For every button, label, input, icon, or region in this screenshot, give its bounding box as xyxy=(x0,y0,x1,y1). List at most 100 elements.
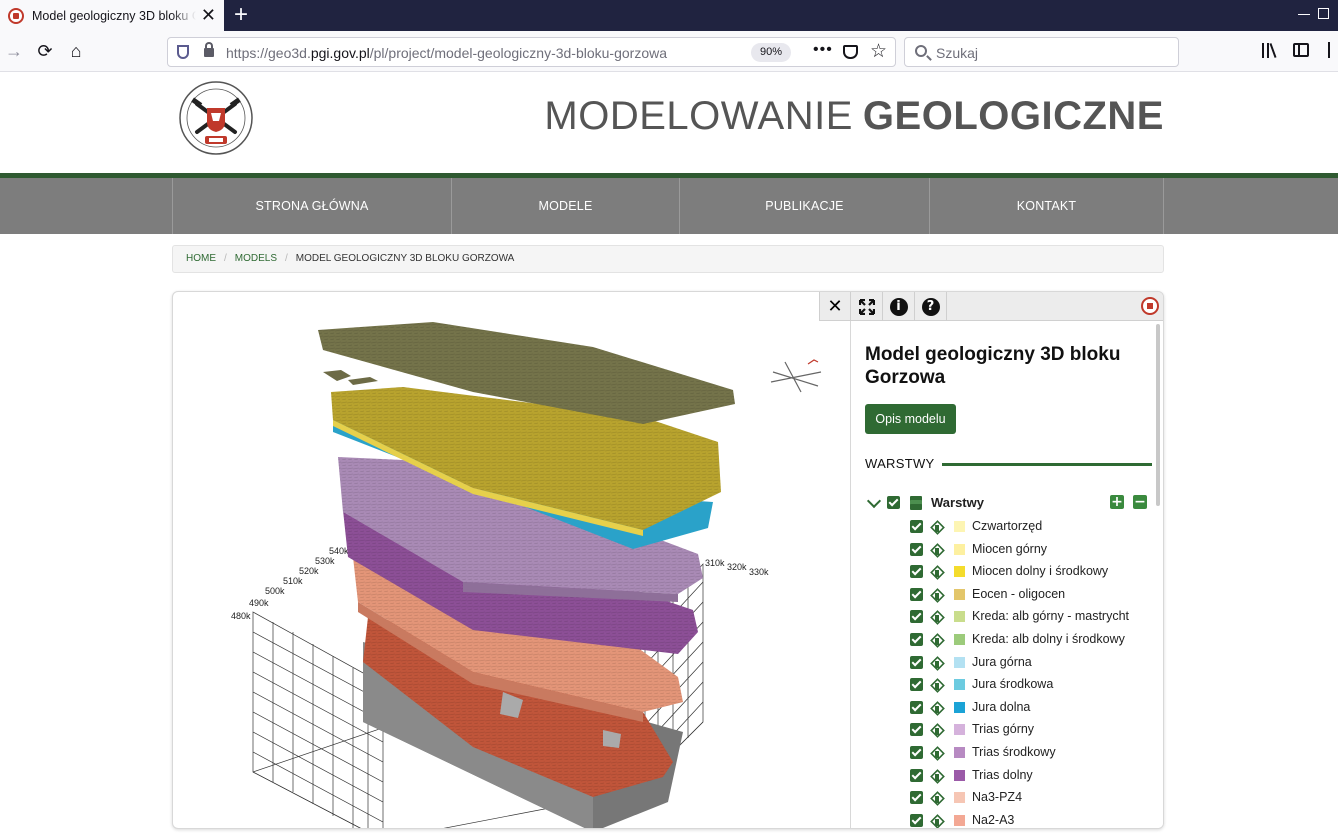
layer-checkbox[interactable] xyxy=(910,813,923,827)
cube-icon[interactable] xyxy=(930,633,943,646)
layer-item[interactable]: Czwartorzęd xyxy=(910,518,1155,538)
browser-tab[interactable]: Model geologiczny 3D bloku Gorzowa ✕ xyxy=(0,0,224,31)
search-placeholder: Szukaj xyxy=(936,45,979,61)
cube-icon[interactable] xyxy=(930,588,943,601)
panel-title: Model geologiczny 3D bloku Gorzowa xyxy=(865,344,1121,388)
layer-checkbox[interactable] xyxy=(910,633,923,646)
layer-label: Na3-PZ4 xyxy=(972,790,1023,805)
cube-icon[interactable] xyxy=(930,543,943,556)
layer-item[interactable]: Trias dolny xyxy=(910,767,1155,787)
layer-checkbox[interactable] xyxy=(910,520,923,533)
site-header: MODELOWANIE GEOLOGICZNE xyxy=(0,72,1338,173)
url-text[interactable]: https://geo3d.pgi.gov.pl/pl/project/mode… xyxy=(226,45,667,61)
layer-item[interactable]: Na2-A3 xyxy=(910,812,1155,828)
tracking-shield-icon[interactable] xyxy=(177,45,189,59)
layer-item[interactable]: Jura dolna xyxy=(910,699,1155,719)
layer-item[interactable]: Miocen dolny i środkowy xyxy=(910,563,1155,583)
layer-item[interactable]: Kreda: alb górny - mastrycht xyxy=(910,608,1155,628)
layers-tree-root[interactable]: Warstwy + − xyxy=(866,493,1154,515)
breadcrumb-models[interactable]: MODELS xyxy=(235,253,277,264)
cube-icon[interactable] xyxy=(930,723,943,736)
help-button[interactable]: ? xyxy=(915,292,947,321)
cube-icon[interactable] xyxy=(930,565,943,578)
layer-item[interactable]: Kreda: alb dolny i środkowy xyxy=(910,631,1155,651)
layer-color-swatch xyxy=(954,656,965,668)
cube-icon[interactable] xyxy=(930,814,943,827)
fullscreen-button[interactable] xyxy=(851,292,883,321)
nav-kontakt[interactable]: KONTAKT xyxy=(929,178,1163,234)
library-icon[interactable] xyxy=(1262,43,1277,58)
layer-label: Jura środkowa xyxy=(972,677,1054,692)
back-arrow-icon[interactable]: → xyxy=(4,41,24,61)
sidebar-icon[interactable] xyxy=(1293,43,1309,57)
info-icon: i xyxy=(889,297,908,316)
cube-icon[interactable] xyxy=(930,656,943,669)
cube-icon[interactable] xyxy=(930,769,943,782)
pgi-mini-logo-icon xyxy=(1141,297,1159,315)
nav-strona-glowna[interactable]: STRONA GŁÓWNA xyxy=(172,178,451,234)
layer-checkbox[interactable] xyxy=(910,542,923,556)
cube-icon[interactable] xyxy=(930,520,943,533)
new-tab-button[interactable]: + xyxy=(229,2,253,28)
layer-checkbox[interactable] xyxy=(910,746,923,759)
bookmark-star-icon[interactable]: ☆ xyxy=(870,40,887,63)
opis-modelu-button[interactable]: Opis modelu xyxy=(865,404,956,434)
close-tab-icon[interactable]: ✕ xyxy=(201,5,216,25)
zoom-level-badge[interactable]: 90% xyxy=(751,43,791,62)
axis-label: 330k xyxy=(749,567,769,577)
home-icon[interactable]: ⌂ xyxy=(66,41,86,61)
geological-3d-scene[interactable]: 480k 490k 500k 510k 520k 530k 540k 310k … xyxy=(173,292,849,829)
pocket-icon[interactable] xyxy=(843,45,858,59)
viewer-toolbar: ✕ i ? xyxy=(819,292,1163,321)
search-input[interactable]: Szukaj xyxy=(904,37,1179,67)
layer-color-swatch xyxy=(954,769,965,781)
collapse-all-button[interactable]: − xyxy=(1133,495,1147,509)
close-viewer-button[interactable]: ✕ xyxy=(819,292,851,321)
layer-checkbox[interactable] xyxy=(910,610,923,624)
layer-item[interactable]: Jura środkowa xyxy=(910,676,1155,696)
breadcrumb-home[interactable]: HOME xyxy=(186,253,216,264)
info-button[interactable]: i xyxy=(883,292,915,321)
layer-checkbox[interactable] xyxy=(910,587,923,601)
nav-publikacje[interactable]: PUBLIKACJE xyxy=(679,178,929,234)
url-bar[interactable]: https://geo3d.pgi.gov.pl/pl/project/mode… xyxy=(167,37,896,67)
maximize-window-icon[interactable] xyxy=(1318,8,1329,19)
compass-icon xyxy=(770,359,822,393)
layer-label: Eocen - oligocen xyxy=(972,586,1066,601)
layer-color-swatch xyxy=(954,724,965,736)
reload-icon[interactable]: ⟳ xyxy=(35,41,55,61)
menu-icon[interactable] xyxy=(1328,42,1330,58)
layer-item[interactable]: Jura górna xyxy=(910,654,1155,674)
axis-label: 320k xyxy=(727,562,747,572)
pgi-logo-icon[interactable] xyxy=(178,78,254,160)
layer-label: Trias górny xyxy=(972,722,1035,737)
layer-item[interactable]: Trias środkowy xyxy=(910,744,1155,764)
lock-icon[interactable] xyxy=(204,42,214,57)
layer-checkbox[interactable] xyxy=(910,700,923,714)
nav-modele[interactable]: MODELE xyxy=(451,178,679,234)
layer-checkbox[interactable] xyxy=(910,655,923,669)
expand-all-button[interactable]: + xyxy=(1110,495,1124,509)
page-actions-icon[interactable]: ••• xyxy=(813,41,833,59)
layer-checkbox[interactable] xyxy=(910,791,923,805)
layer-checkbox[interactable] xyxy=(910,723,923,737)
chevron-down-icon[interactable] xyxy=(866,493,882,509)
cube-icon[interactable] xyxy=(930,791,943,804)
layer-item[interactable]: Trias górny xyxy=(910,721,1155,741)
panel-scrollbar[interactable] xyxy=(1156,324,1160,506)
layer-item[interactable]: Eocen - oligocen xyxy=(910,586,1155,606)
cube-icon[interactable] xyxy=(930,701,943,714)
cube-icon[interactable] xyxy=(930,678,943,691)
cube-icon[interactable] xyxy=(930,610,943,623)
layer-item[interactable]: Miocen górny xyxy=(910,541,1155,561)
layer-item[interactable]: Na3-PZ4 xyxy=(910,789,1155,809)
minimize-window-icon[interactable] xyxy=(1298,14,1310,15)
search-icon xyxy=(915,45,927,57)
cube-icon[interactable] xyxy=(930,746,943,759)
layer-checkbox[interactable] xyxy=(910,768,923,782)
fullscreen-icon xyxy=(858,298,875,315)
root-checkbox[interactable] xyxy=(887,496,900,509)
layer-checkbox[interactable] xyxy=(910,678,923,692)
layer-checkbox[interactable] xyxy=(910,565,923,579)
axis-label: 510k xyxy=(283,576,303,586)
